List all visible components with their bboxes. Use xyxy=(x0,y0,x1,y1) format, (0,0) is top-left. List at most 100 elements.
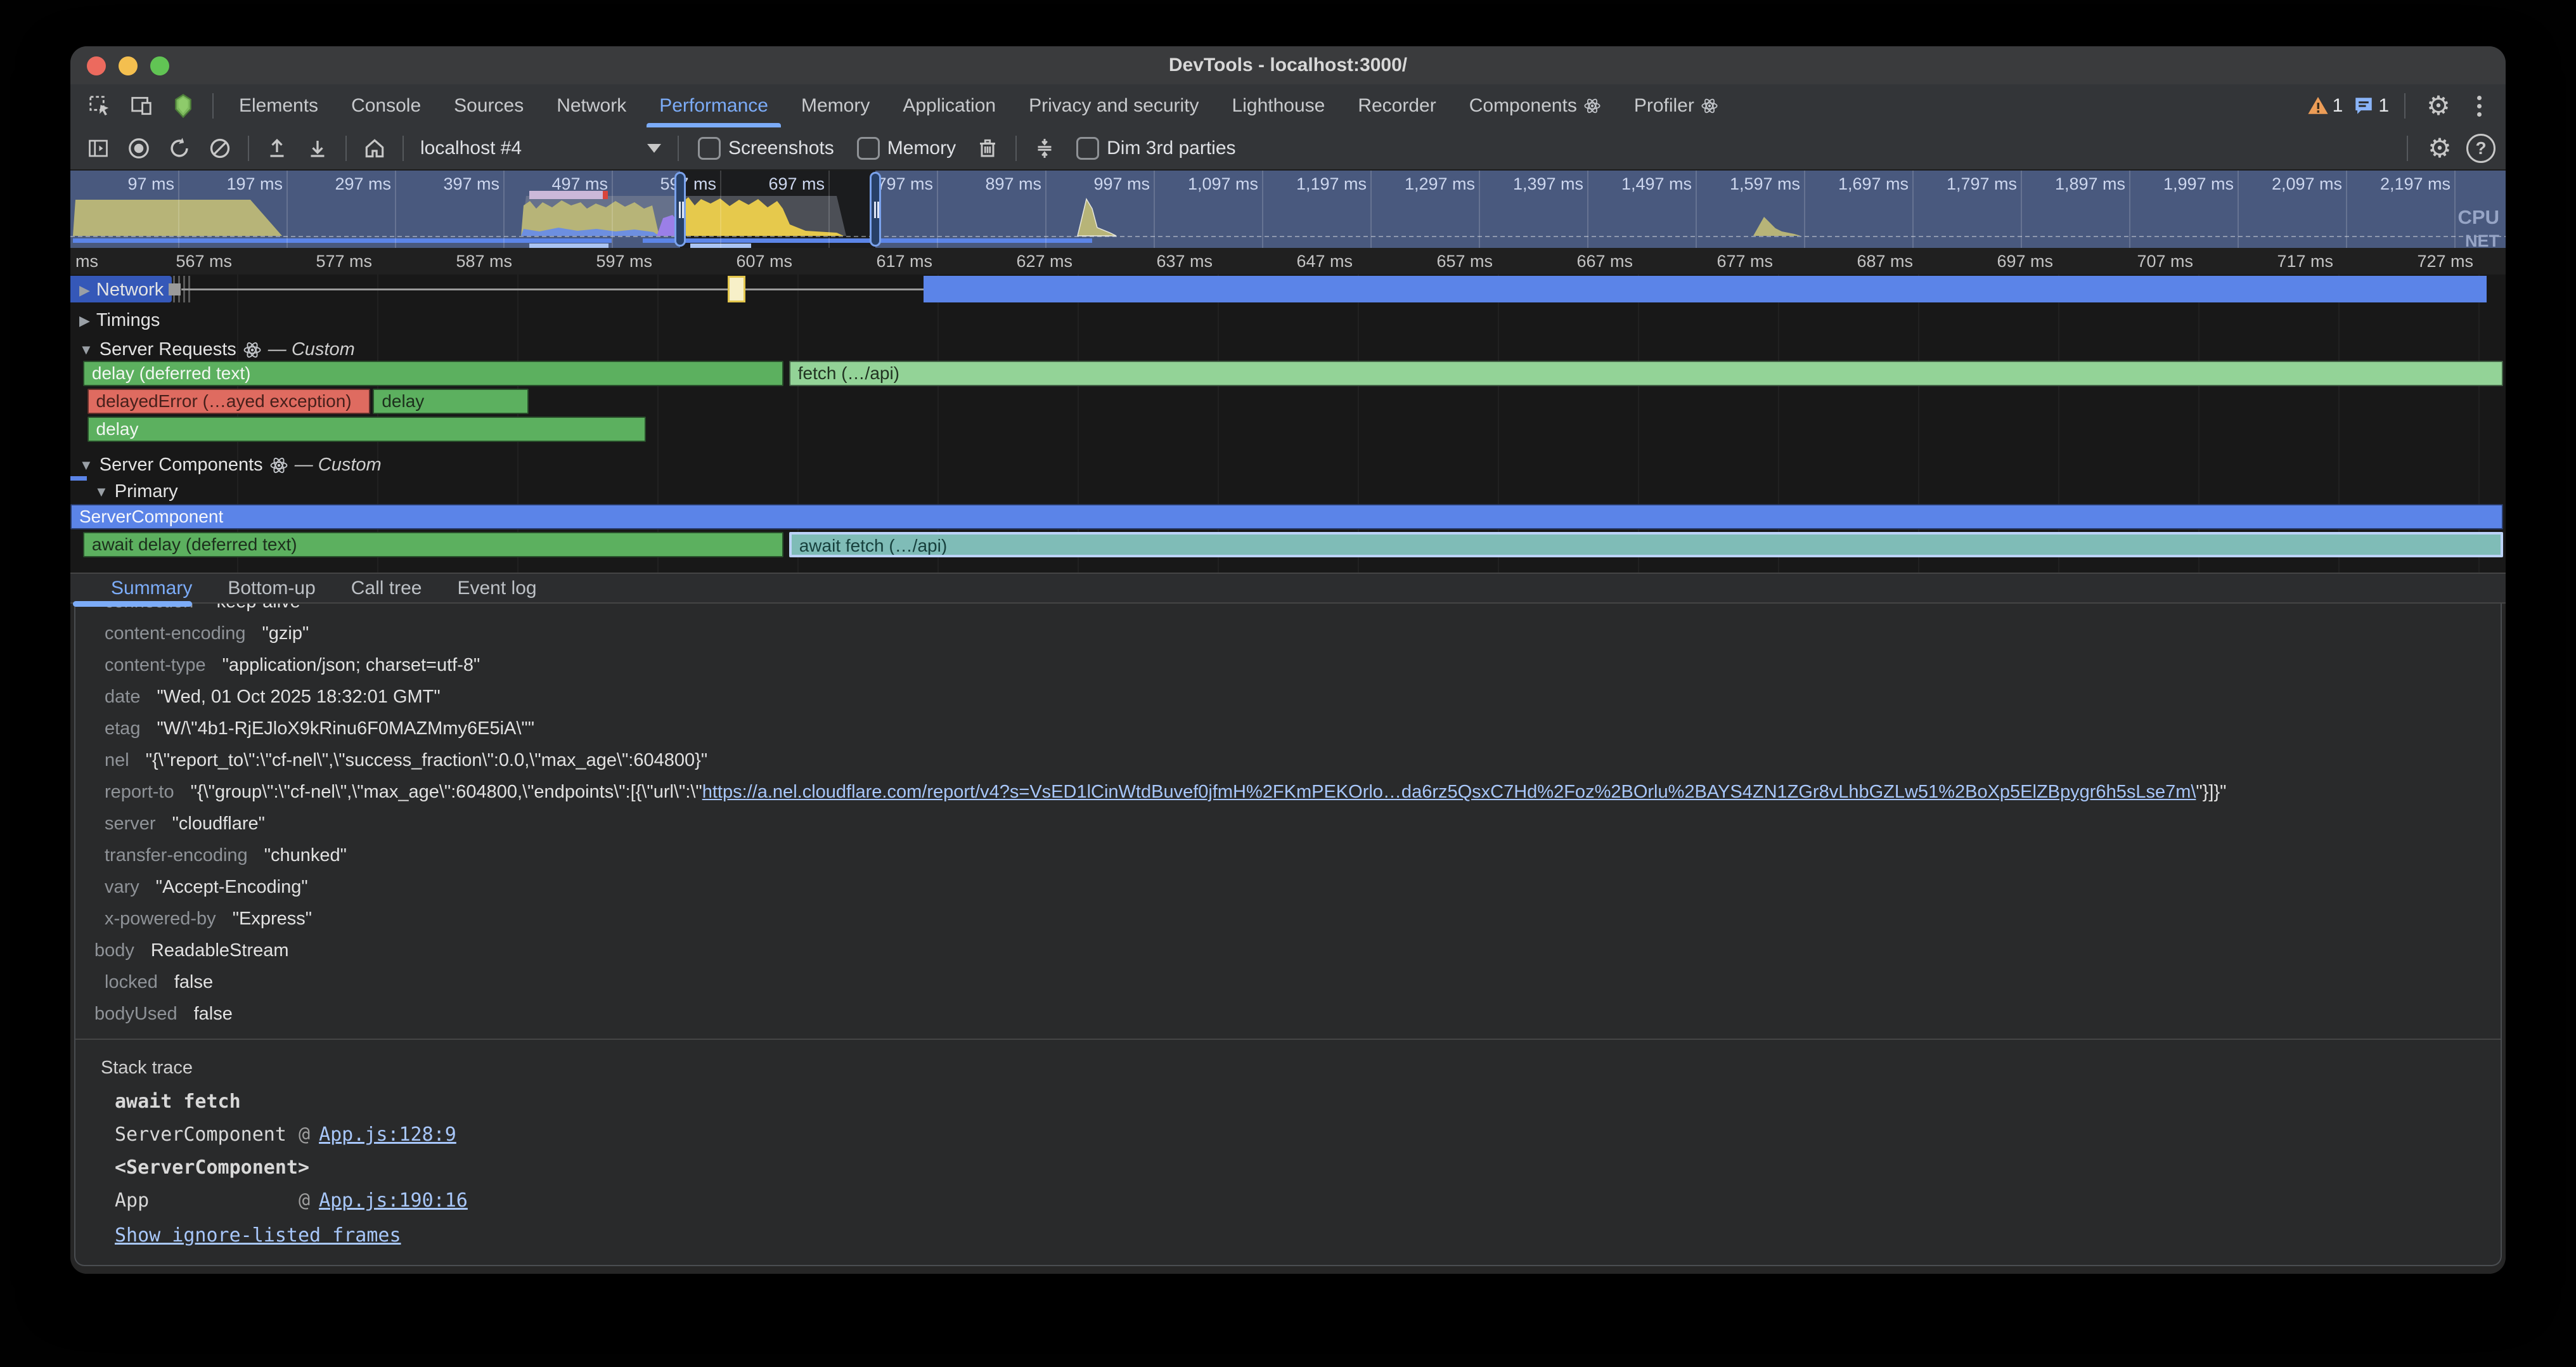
network-request-blue-bar[interactable] xyxy=(924,276,2487,302)
flame-chart[interactable]: ▶ Network ▶ Timings ▼ Server Requests — … xyxy=(70,275,2506,573)
stack-source-link[interactable]: App.js:128:9 xyxy=(319,1124,456,1146)
memory-checkbox[interactable]: Memory xyxy=(857,137,956,160)
tab-lighthouse[interactable]: Lighthouse xyxy=(1216,84,1342,127)
load-profile-icon[interactable] xyxy=(259,132,295,165)
record-and-reload-icon[interactable] xyxy=(162,132,197,165)
expand-triangle-icon[interactable]: ▼ xyxy=(94,484,108,500)
header-value: "W/\"4b1-RjEJloX9kRinu6F0MAZMmy6E5iA\"" xyxy=(157,718,534,739)
track-server-requests[interactable]: ▼ Server Requests — Custom xyxy=(79,339,355,360)
tab-sources[interactable]: Sources xyxy=(437,84,540,127)
trace-history-select[interactable]: localhost #4 xyxy=(414,138,667,159)
toggle-sidebar-icon[interactable] xyxy=(80,132,116,165)
tab-components[interactable]: Components xyxy=(1453,84,1618,127)
stack-source-link[interactable]: App.js:190:16 xyxy=(319,1189,468,1212)
tab-console[interactable]: Console xyxy=(335,84,437,127)
screen: DevTools - localhost:3000/ ElementsConso… xyxy=(0,0,2576,1367)
details-tab-call-tree[interactable]: Call tree xyxy=(333,574,440,602)
show-ignore-listed-frames-link[interactable]: Show ignore-listed frames xyxy=(115,1224,2501,1247)
expand-triangle-icon[interactable]: ▼ xyxy=(79,457,93,474)
shrink-rows-icon[interactable] xyxy=(1027,132,1062,165)
collect-garbage-icon[interactable] xyxy=(970,132,1005,165)
network-request-yellow-block[interactable] xyxy=(728,276,746,302)
more-options-icon[interactable] xyxy=(2466,96,2492,117)
stack-function-name: ServerComponent xyxy=(115,1124,299,1146)
issues-count: 1 xyxy=(2378,95,2389,117)
tab-label: Recorder xyxy=(1358,95,1436,117)
overview-tick xyxy=(503,171,505,248)
header-value: "Express" xyxy=(233,909,312,930)
header-row-content-type: content-type"application/json; charset=u… xyxy=(75,649,2501,681)
flame-bar-delay-deferred-text[interactable]: delay (deferred text) xyxy=(83,361,783,386)
help-icon[interactable]: ? xyxy=(2466,134,2496,163)
track-primary[interactable]: ▼ Primary xyxy=(94,481,178,502)
track-server-components[interactable]: ▼ Server Components — Custom xyxy=(79,455,382,476)
clear-icon[interactable] xyxy=(202,132,238,165)
header-value-suffix: "}]}" xyxy=(2196,782,2226,803)
tab-application[interactable]: Application xyxy=(886,84,1012,127)
record-icon[interactable] xyxy=(121,132,157,165)
minimize-window-button[interactable] xyxy=(119,56,138,75)
header-row-bodyused: bodyUsedfalse xyxy=(75,998,2501,1030)
expand-triangle-icon[interactable]: ▼ xyxy=(79,342,93,358)
react-atom-icon xyxy=(1583,97,1601,115)
panel-tabs: ElementsConsoleSourcesNetworkPerformance… xyxy=(222,84,1735,127)
network-request-waiting-line[interactable] xyxy=(181,288,924,290)
save-profile-icon[interactable] xyxy=(300,132,335,165)
flame-bar-delayederror-ayed-exception[interactable]: delayedError (…ayed exception) xyxy=(87,389,370,414)
overview-tick-label: 397 ms xyxy=(404,174,499,194)
react-atom-icon xyxy=(243,340,262,360)
timeline-ruler[interactable]: ms 567 ms577 ms587 ms597 ms607 ms617 ms6… xyxy=(70,248,2506,276)
timeline-overview[interactable]: 97 ms197 ms297 ms397 ms497 ms597 ms697 m… xyxy=(70,171,2506,248)
header-key: server xyxy=(105,813,156,834)
react-atom-icon xyxy=(269,456,288,475)
flame-bar-delay[interactable]: delay xyxy=(373,389,528,414)
screenshots-checkbox[interactable]: Screenshots xyxy=(698,137,834,160)
issues-badge[interactable]: 1 xyxy=(2353,95,2389,117)
ruler-tick-label: 647 ms xyxy=(1245,252,1353,271)
overview-tick-label: 697 ms xyxy=(730,174,825,194)
flame-bar-delay[interactable]: delay xyxy=(87,417,647,442)
flame-bar-await-fetch-api[interactable]: await fetch (…/api) xyxy=(789,532,2503,557)
track-network[interactable]: ▶ Network xyxy=(79,280,164,301)
live-metrics-home-icon[interactable] xyxy=(357,132,392,165)
flame-bar-servercomponent[interactable]: ServerComponent xyxy=(70,504,2503,529)
tab-memory[interactable]: Memory xyxy=(785,84,886,127)
settings-gear-icon[interactable]: ⚙ xyxy=(2421,89,2456,122)
stack-frame-app: App@App.js:190:16 xyxy=(115,1184,2501,1217)
flame-bar-fetch-api[interactable]: fetch (…/api) xyxy=(789,361,2503,386)
capture-settings-gear-icon[interactable]: ⚙ xyxy=(2422,132,2457,165)
network-request-start-marker[interactable] xyxy=(169,283,181,295)
overview-tick xyxy=(1696,171,1697,248)
details-tab-bottom-up[interactable]: Bottom-up xyxy=(210,574,333,602)
close-window-button[interactable] xyxy=(87,56,106,75)
tab-privacy-and-security[interactable]: Privacy and security xyxy=(1012,84,1215,127)
header-row-x-powered-by: x-powered-by"Express" xyxy=(75,903,2501,935)
tab-performance[interactable]: Performance xyxy=(643,84,785,127)
screenshots-checkbox-box[interactable] xyxy=(698,137,721,160)
overview-right-handle[interactable] xyxy=(870,172,881,247)
tab-profiler[interactable]: Profiler xyxy=(1618,84,1735,127)
zoom-window-button[interactable] xyxy=(150,56,169,75)
details-tab-summary[interactable]: Summary xyxy=(93,574,210,602)
dim-3rd-parties-checkbox-box[interactable] xyxy=(1076,137,1099,160)
extension-gem-icon[interactable] xyxy=(165,89,201,122)
inspect-element-icon[interactable] xyxy=(82,89,117,122)
collapse-triangle-icon[interactable]: ▶ xyxy=(79,282,90,299)
window-title: DevTools - localhost:3000/ xyxy=(1169,55,1407,76)
tab-recorder[interactable]: Recorder xyxy=(1341,84,1452,127)
overview-left-handle[interactable] xyxy=(674,172,686,247)
track-timings[interactable]: ▶ Timings xyxy=(79,310,160,331)
collapse-triangle-icon[interactable]: ▶ xyxy=(79,313,90,329)
details-tab-event-log[interactable]: Event log xyxy=(439,574,554,602)
report-endpoint-link[interactable]: https://a.nel.cloudflare.com/report/v4?s… xyxy=(702,782,2196,803)
memory-checkbox-box[interactable] xyxy=(857,137,880,160)
overview-tick xyxy=(2454,171,2456,248)
dim-3rd-parties-checkbox[interactable]: Dim 3rd parties xyxy=(1076,137,1235,160)
tab-network[interactable]: Network xyxy=(540,84,643,127)
tab-elements[interactable]: Elements xyxy=(222,84,335,127)
stack-async-label: await fetch xyxy=(115,1085,2501,1118)
device-toolbar-icon[interactable] xyxy=(124,89,159,122)
warnings-badge[interactable]: 1 xyxy=(2307,95,2343,117)
header-key: report-to xyxy=(105,782,174,803)
flame-bar-await-delay-deferred-text[interactable]: await delay (deferred text) xyxy=(83,532,783,557)
